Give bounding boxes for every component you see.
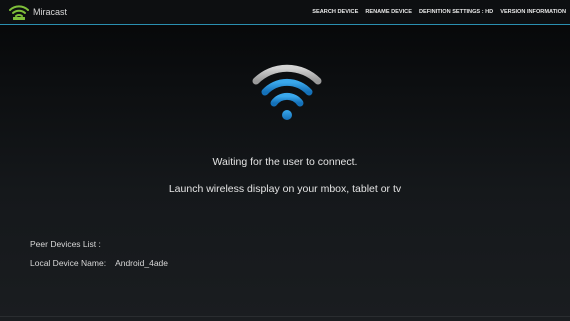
peer-devices-label: Peer Devices List : [30, 239, 101, 249]
local-device-row: Local Device Name: Android_4ade [30, 258, 168, 269]
local-device-name: Android_4ade [115, 258, 168, 268]
definition-settings-button[interactable]: DEFINITION SETTINGS : HD [419, 8, 493, 17]
search-device-button[interactable]: SEARCH DEVICE [312, 8, 358, 17]
bottom-divider [0, 316, 570, 317]
top-bar: Miracast SEARCH DEVICE RENAME DEVICE DEF… [0, 0, 570, 25]
rename-device-button[interactable]: RENAME DEVICE [365, 8, 412, 17]
app-title: Miracast [33, 7, 68, 17]
miracast-logo-icon [9, 5, 29, 20]
waiting-status-text: Waiting for the user to connect. [212, 156, 358, 168]
version-information-button[interactable]: VERSION INFORMATION [500, 8, 566, 17]
wifi-icon [252, 64, 322, 120]
instruction-text: Launch wireless display on your mbox, ta… [168, 183, 402, 195]
local-device-label: Local Device Name: [30, 258, 107, 268]
miracast-screen: Miracast SEARCH DEVICE RENAME DEVICE DEF… [0, 0, 570, 321]
top-menu: SEARCH DEVICE RENAME DEVICE DEFINITION S… [312, 8, 566, 17]
